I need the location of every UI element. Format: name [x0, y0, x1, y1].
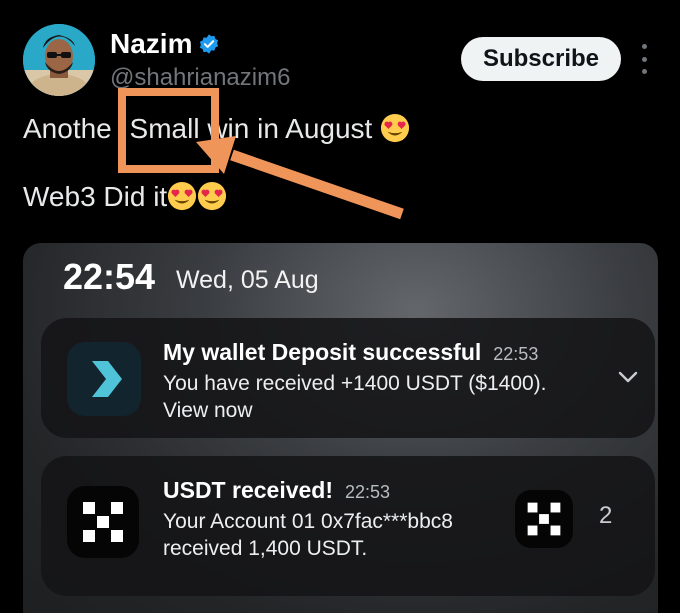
okx-logo-icon: [515, 490, 573, 548]
subscribe-button[interactable]: Subscribe: [461, 37, 621, 81]
notification-title-text: My wallet Deposit successful: [163, 339, 482, 365]
tweet-text-web3: Web3 Did it: [23, 181, 168, 212]
notification-title-text: USDT received!: [163, 477, 334, 503]
lockscreen-time: 22:54: [63, 256, 156, 297]
avatar-image: [23, 24, 95, 96]
okx-logo-icon: [527, 502, 561, 536]
tweet-text-highlight: Small: [129, 113, 200, 144]
notification-body: Your Account 01 0x7fac***bbc8 received 1…: [163, 508, 453, 562]
author-name-text[interactable]: Nazim: [110, 28, 192, 60]
tweet-text-line-2: Web3 Did it: [23, 180, 227, 214]
chevron-right-app-icon: [67, 342, 141, 416]
notification-title: My wallet Deposit successful 22:53: [163, 338, 538, 368]
chevron-down-icon: [618, 371, 638, 383]
lockscreen-date: Wed, 05 Aug: [176, 266, 319, 294]
avatar[interactable]: [23, 24, 95, 96]
author-name[interactable]: Nazim: [110, 28, 220, 60]
notification-body: You have received +1400 USDT ($1400). Vi…: [163, 370, 547, 424]
notification-time: 22:53: [345, 482, 391, 502]
tweet-text-line-1: Anothe Small win in August: [23, 112, 410, 146]
heart-eyes-emoji: [381, 113, 410, 143]
okx-logo-icon: [67, 486, 139, 558]
notification-time: 22:53: [493, 344, 539, 364]
notification-card-usdt: USDT received! 22:53 Your Account 01 0x7f…: [41, 456, 655, 596]
tweet-text-suffix: win in August: [207, 113, 373, 144]
notification-body-line: You have received +1400 USDT ($1400).: [163, 372, 547, 395]
notification-count-badge: 2: [599, 502, 613, 529]
notification-screenshot[interactable]: 22:54 Wed, 05 Aug My wallet Deposit succ…: [23, 243, 658, 613]
more-dot: [641, 56, 647, 62]
notification-card-deposit: My wallet Deposit successful 22:53 You ha…: [41, 318, 655, 438]
author-handle[interactable]: @shahrianazim6: [110, 64, 290, 92]
verified-badge-icon: [200, 34, 219, 54]
tweet-text-prefix: Anothe: [23, 113, 112, 144]
heart-eyes-emoji: [198, 181, 227, 211]
notification-title: USDT received! 22:53: [163, 476, 390, 506]
notification-body-line: Your Account 01 0x7fac***bbc8: [163, 510, 453, 533]
more-vertical-icon[interactable]: [634, 44, 654, 74]
okx-logo-icon: [83, 502, 123, 542]
more-dot: [641, 69, 647, 74]
notification-body-line: received 1,400 USDT.: [163, 537, 368, 560]
heart-eyes-emoji: [168, 181, 197, 211]
more-dot: [641, 44, 647, 49]
notification-body-line: View now: [163, 399, 253, 422]
chevron-right-icon: [92, 361, 122, 397]
